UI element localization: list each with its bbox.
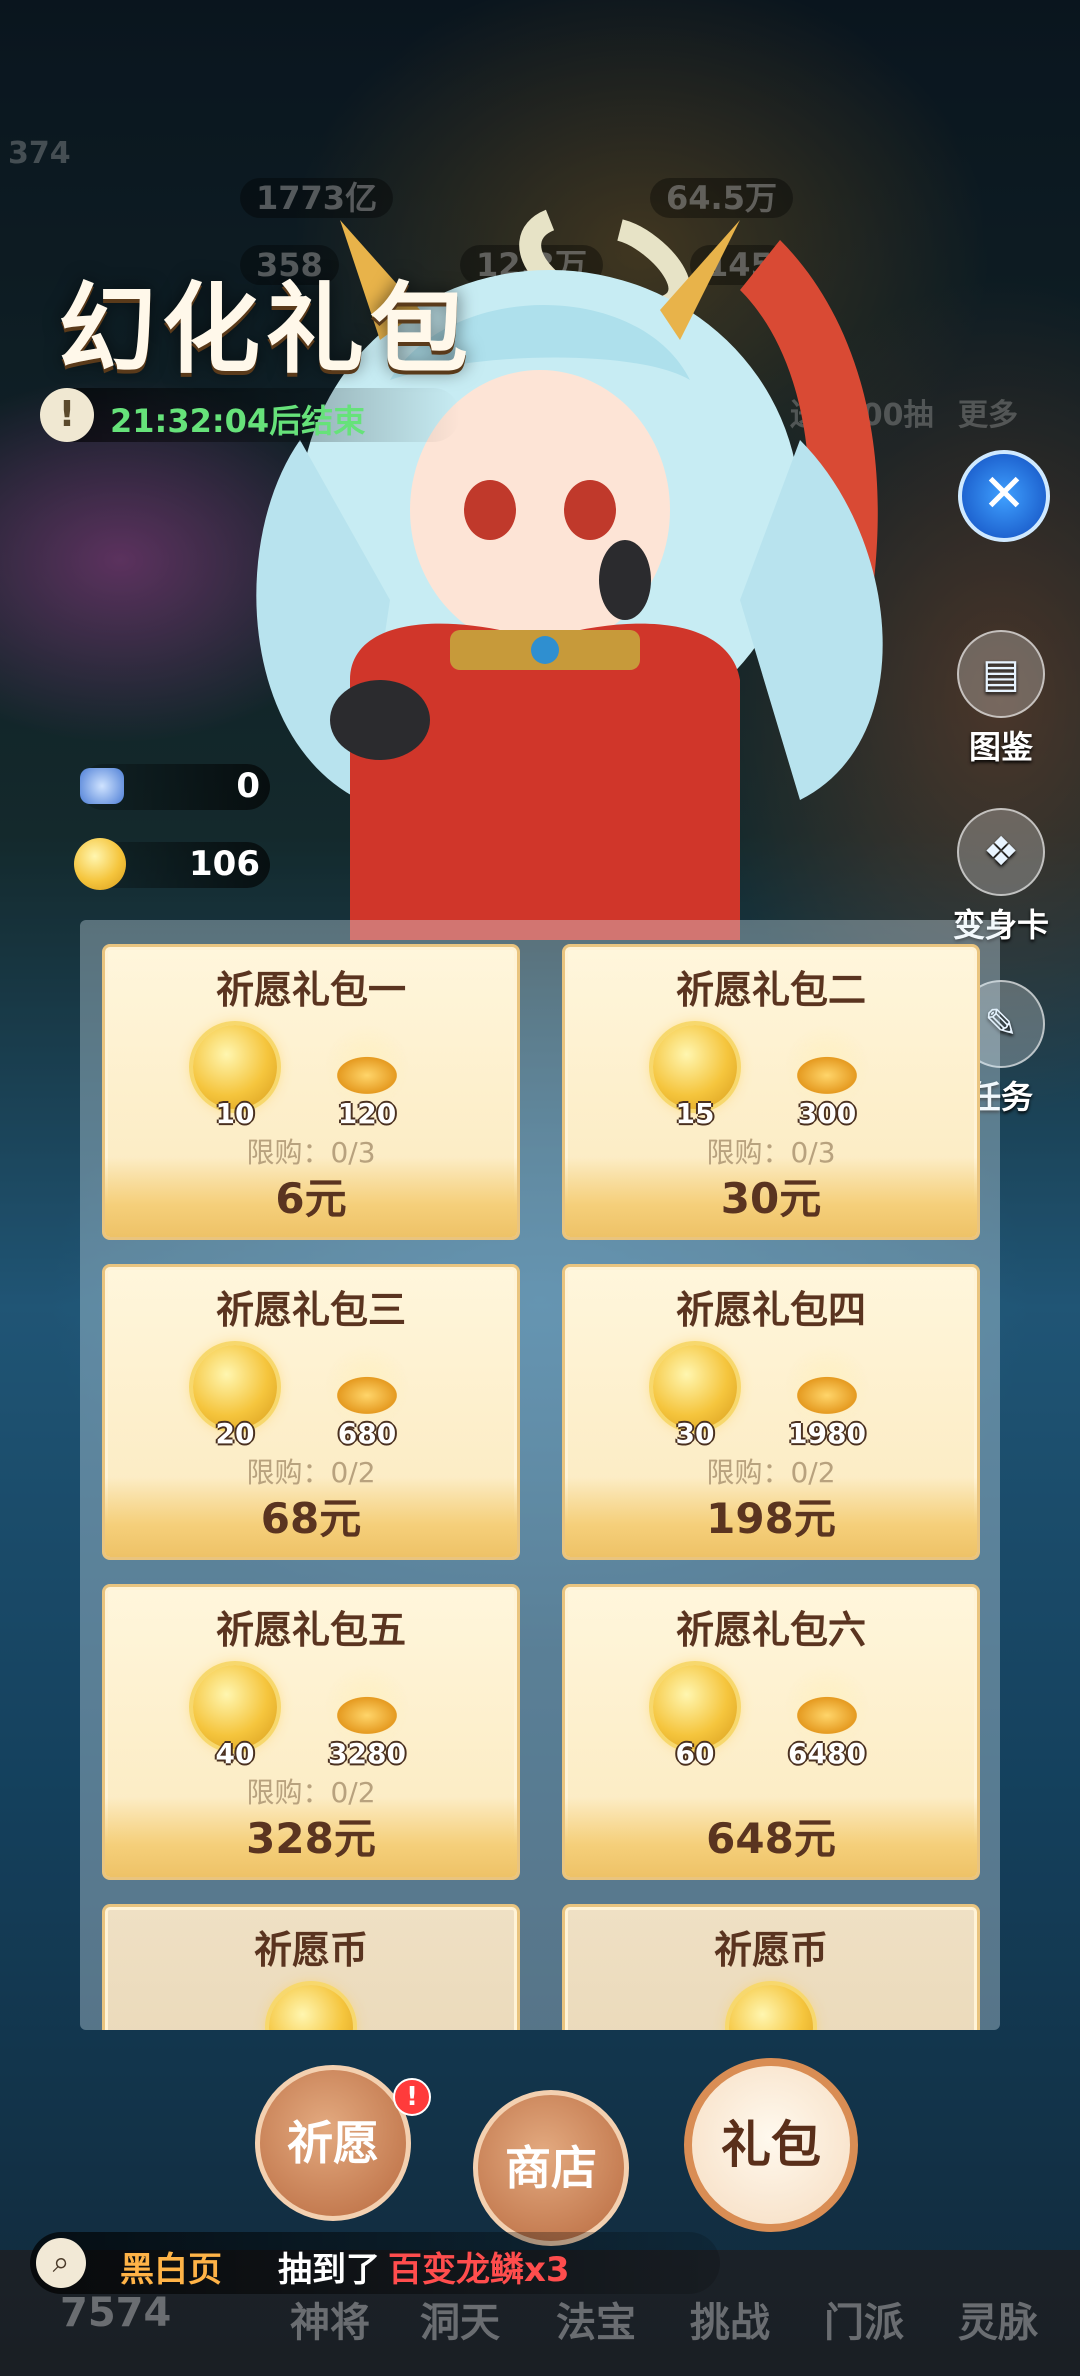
pack-name: 祈愿币 — [253, 1928, 368, 1972]
reward-qty: 6480 — [788, 1737, 866, 1770]
card-icon: ❖ — [957, 808, 1045, 896]
pack-list[interactable]: 祈愿礼包一 10 120 限购：0/3 6元 祈愿礼包二 15 300 限购：0… — [80, 920, 1000, 2030]
pack-card[interactable]: 祈愿礼包六 60 6480 648元 — [562, 1584, 980, 1880]
reward-wish-coin: 20 — [185, 1345, 285, 1455]
reward-qty: 1980 — [788, 1417, 866, 1450]
wish-coin-icon — [74, 838, 126, 890]
reward-wish-coin: 15 — [645, 1025, 745, 1135]
pack-price: 68元 — [260, 1494, 362, 1543]
pack-card[interactable]: 祈愿礼包一 10 120 限购：0/3 6元 — [102, 944, 520, 1240]
pack-name: 祈愿币 — [713, 1928, 828, 1972]
pack-card[interactable]: 祈愿礼包五 40 3280 限购：0/2 328元 — [102, 1584, 520, 1880]
reward-wish-coin: 60 — [645, 1665, 745, 1775]
reward-qty: 20 — [215, 1417, 255, 1450]
pack-name: 祈愿礼包四 — [675, 1288, 866, 1332]
book-icon: ▤ — [957, 630, 1045, 718]
pack-card[interactable]: 祈愿币 — [102, 1904, 520, 2030]
pack-price: 30元 — [720, 1174, 822, 1223]
broadcast-bar[interactable]: ⌕ 黑白页 抽到了 百变龙鳞x3 — [30, 2232, 720, 2294]
notification-badge: ! — [393, 2078, 431, 2116]
countdown-bar: ! 21:32:04后结束 — [40, 388, 460, 442]
broadcast-item: 百变龙鳞x3 — [388, 2250, 570, 2290]
close-button[interactable]: ✕ — [958, 450, 1050, 542]
reward-qty: 30 — [675, 1417, 715, 1450]
reward-wish-coin: 30 — [645, 1345, 745, 1455]
currency-ticket: 0 — [80, 764, 270, 810]
reward-qty: 120 — [337, 1097, 397, 1130]
currency-value: 0 — [236, 766, 260, 806]
reward-qty: 60 — [675, 1737, 715, 1770]
side-button-gallery[interactable]: ▤ 图鉴 — [946, 630, 1056, 768]
pack-name: 祈愿礼包五 — [215, 1608, 406, 1652]
reward-wish-coin: 10 — [185, 1025, 285, 1135]
wish-coin-icon — [269, 1985, 353, 2030]
pack-name: 祈愿礼包一 — [215, 968, 406, 1012]
reward-wish-coin: 40 — [185, 1665, 285, 1775]
reward-ingot: 3280 — [317, 1665, 417, 1775]
nav-item: 洞天 — [420, 2300, 500, 2346]
reward-qty: 3280 — [328, 1737, 406, 1770]
pack-card[interactable]: 祈愿礼包四 30 1980 限购：0/2 198元 — [562, 1264, 980, 1560]
reward-qty: 15 — [675, 1097, 715, 1130]
reward-ingot: 1980 — [777, 1345, 877, 1455]
broadcast-user: 黑白页 — [120, 2250, 222, 2290]
page-title: 幻化礼包 — [58, 272, 475, 387]
pack-price: 198元 — [706, 1494, 836, 1543]
reward-ingot: 680 — [317, 1345, 417, 1455]
reward-ingot: 300 — [777, 1025, 877, 1135]
side-button-label: 图鉴 — [968, 728, 1033, 766]
tab-gift[interactable]: 礼包 — [684, 2058, 858, 2232]
pack-name: 祈愿礼包三 — [215, 1288, 406, 1332]
power-value: 7574 — [60, 2290, 172, 2336]
alert-icon: ! — [40, 388, 94, 442]
currency-value: 106 — [189, 844, 260, 884]
broadcast-action: 抽到了 — [278, 2250, 380, 2290]
reward-qty: 10 — [215, 1097, 255, 1130]
tab-shop[interactable]: 商店 — [473, 2090, 629, 2246]
nav-item: 挑战 — [690, 2300, 770, 2346]
reward-ingot: 120 — [317, 1025, 417, 1135]
search-icon: ⌕ — [36, 2238, 86, 2288]
reward-wish-coin — [721, 1985, 821, 2030]
pack-name: 祈愿礼包六 — [675, 1608, 866, 1652]
reward-wish-coin — [261, 1985, 361, 2030]
tab-wish[interactable]: 祈愿 — [255, 2065, 411, 2221]
reward-qty: 40 — [215, 1737, 255, 1770]
pack-price: 6元 — [275, 1174, 347, 1223]
reward-qty: 300 — [797, 1097, 857, 1130]
pack-card[interactable]: 祈愿礼包二 15 300 限购：0/3 30元 — [562, 944, 980, 1240]
pack-card[interactable]: 祈愿礼包三 20 680 限购：0/2 68元 — [102, 1264, 520, 1560]
currency-wish-coin: 106 — [74, 838, 270, 890]
pack-card[interactable]: 祈愿币 — [562, 1904, 980, 2030]
reward-qty: 680 — [337, 1417, 397, 1450]
pack-price: 328元 — [246, 1814, 376, 1863]
nav-item: 灵脉 — [958, 2300, 1038, 2346]
nav-item: 门派 — [824, 2300, 904, 2346]
nav-item: 法宝 — [556, 2300, 636, 2346]
pack-price: 648元 — [706, 1814, 836, 1863]
ticket-icon — [80, 768, 124, 804]
nav-item: 神将 — [290, 2300, 370, 2346]
pack-name: 祈愿礼包二 — [675, 968, 866, 1012]
countdown-text: 21:32:04后结束 — [110, 402, 366, 440]
wish-coin-icon — [729, 1985, 813, 2030]
reward-ingot: 6480 — [777, 1665, 877, 1775]
